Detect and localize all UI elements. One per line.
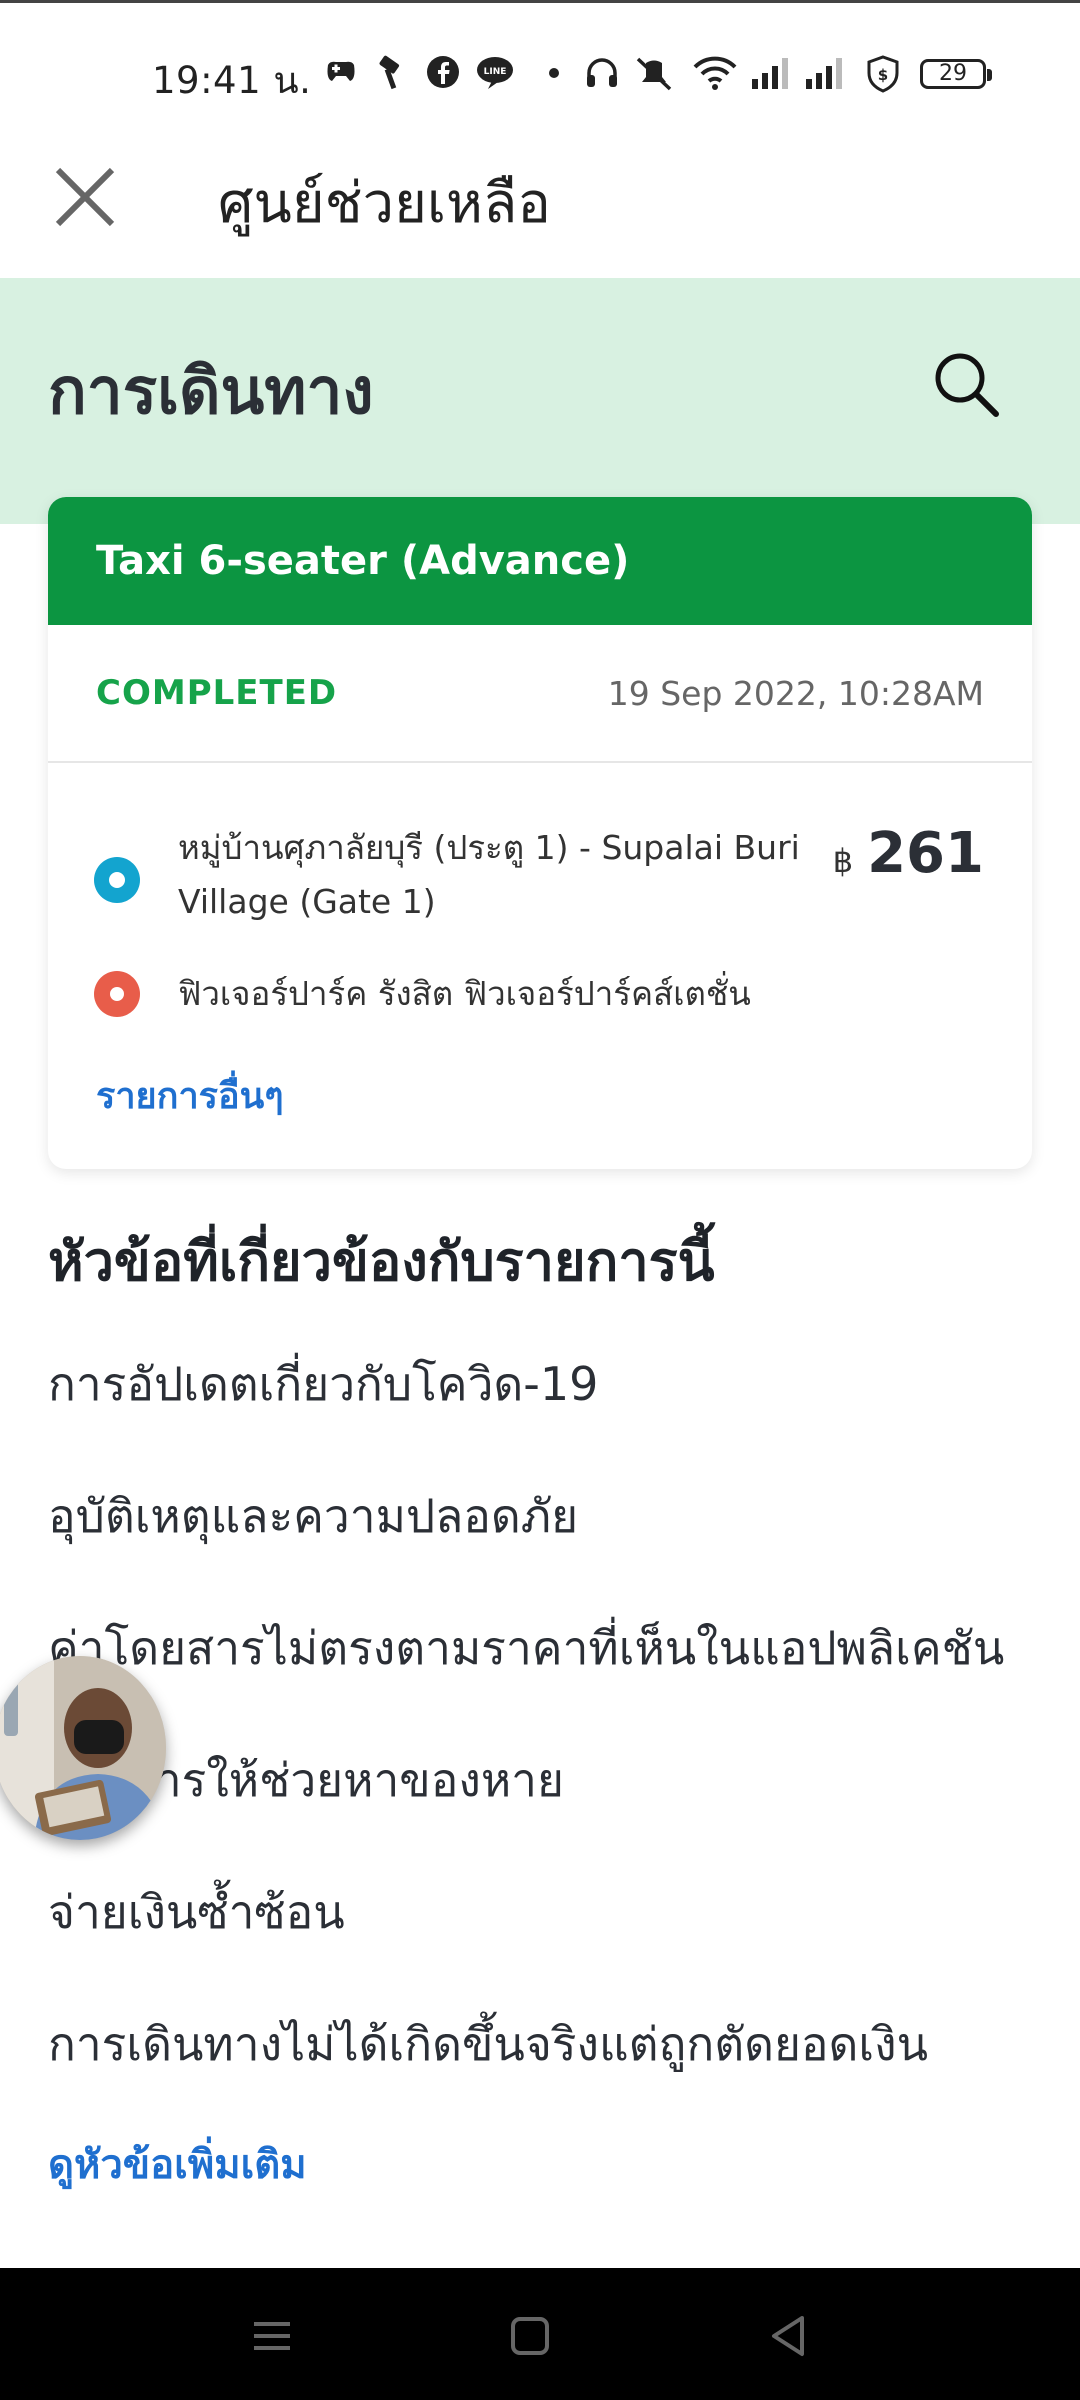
- trip-date: 19 Sep 2022, 10:28AM: [607, 673, 984, 713]
- notification-dot-icon: [549, 68, 559, 78]
- fare-amount: 261: [867, 821, 984, 886]
- game-controller-icon: [327, 61, 355, 81]
- search-icon: [935, 353, 999, 417]
- system-navigation-bar: [0, 2268, 1080, 2400]
- pickup-location-icon: [94, 857, 140, 903]
- svg-text:LINE: LINE: [484, 67, 507, 77]
- help-center-screen: 19:41 น. LINE $ 29 ศูนย์ช่วยเหลือ การเดิ…: [0, 0, 1080, 2400]
- status-badge: COMPLETED: [96, 673, 338, 713]
- related-topics-heading: หัวข้อที่เกี่ยวข้องกับรายการนี้: [48, 1230, 715, 1293]
- signal-icon-1: [752, 58, 788, 89]
- search-button[interactable]: [930, 348, 1002, 420]
- close-button[interactable]: [50, 162, 120, 232]
- line-app-icon: LINE: [477, 57, 513, 89]
- close-icon: [55, 167, 115, 227]
- headphones-icon: [587, 58, 617, 87]
- nav-menu-button[interactable]: [242, 2306, 302, 2366]
- battery-indicator: 29: [920, 59, 992, 89]
- topic-item-lost-item[interactable]: ต้องการให้ช่วยหาของหาย: [48, 1720, 1038, 1852]
- pickup-address: หมู่บ้านศุภาลัยบุรี (ประตู 1) - Supalai …: [178, 828, 800, 921]
- currency-symbol: ฿: [832, 842, 854, 880]
- floating-avatar-bubble[interactable]: [0, 1656, 166, 1840]
- facebook-icon: [427, 56, 459, 88]
- topic-list: การอัปเดตเกี่ยวกับโควิด-19 อุบัติเหตุและ…: [48, 1324, 1038, 2116]
- more-topics-link[interactable]: ดูหัวข้อเพิ่มเติม: [48, 2132, 307, 2196]
- nav-back-button[interactable]: [758, 2306, 818, 2366]
- trip-card[interactable]: Taxi 6-seater (Advance) COMPLETED 19 Sep…: [48, 497, 1032, 1169]
- dropoff-location-icon: [94, 971, 140, 1017]
- hammer-icon: [379, 55, 400, 90]
- back-triangle-icon: [772, 2316, 804, 2356]
- page-title: ศูนย์ช่วยเหลือ: [218, 171, 551, 236]
- trip-card-header: Taxi 6-seater (Advance): [48, 497, 1032, 625]
- nav-home-button[interactable]: [500, 2306, 560, 2366]
- app-bar: ศูนย์ช่วยเหลือ: [0, 140, 1080, 278]
- trip-service-type: Taxi 6-seater (Advance): [96, 538, 630, 584]
- trip-meta-row: COMPLETED 19 Sep 2022, 10:28AM: [48, 625, 1032, 763]
- topic-item-duplicate-payment[interactable]: จ่ายเงินซ้ำซ้อน: [48, 1852, 1038, 1984]
- signal-icon-2: [806, 58, 842, 89]
- section-header: การเดินทาง: [0, 278, 1080, 524]
- wifi-icon: [693, 56, 737, 90]
- shield-icon: $: [867, 55, 899, 93]
- avatar-photo: [0, 1656, 166, 1840]
- trip-fare: ฿ 261: [833, 821, 984, 886]
- mute-icon: [636, 57, 672, 91]
- svg-text:$: $: [878, 66, 888, 84]
- menu-icon: [254, 2322, 290, 2350]
- home-square-icon: [511, 2317, 549, 2355]
- topic-item-charged-no-trip[interactable]: การเดินทางไม่ได้เกิดขึ้นจริงแต่ถูกตัดยอด…: [48, 1984, 1038, 2116]
- section-title: การเดินทาง: [48, 355, 374, 429]
- other-trips-link[interactable]: รายการอื่นๆ: [96, 1067, 284, 1124]
- topic-item-covid[interactable]: การอัปเดตเกี่ยวกับโควิด-19: [48, 1324, 1038, 1456]
- status-time: 19:41 น.: [152, 59, 312, 102]
- trip-route: หมู่บ้านศุภาลัยบุรี (ประตู 1) - Supalai …: [48, 763, 1032, 1169]
- topic-item-accident-safety[interactable]: อุบัติเหตุและความปลอดภัย: [48, 1456, 1038, 1588]
- status-bar: 19:41 น. LINE $ 29: [0, 0, 1080, 140]
- dropoff-address: ฟิวเจอร์ปาร์ค รังสิต ฟิวเจอร์ปาร์คส์เตชั…: [178, 974, 751, 1013]
- topic-item-fare-mismatch[interactable]: ค่าโดยสารไม่ตรงตามราคาที่เห็นในแอปพลิเคช…: [48, 1588, 1038, 1720]
